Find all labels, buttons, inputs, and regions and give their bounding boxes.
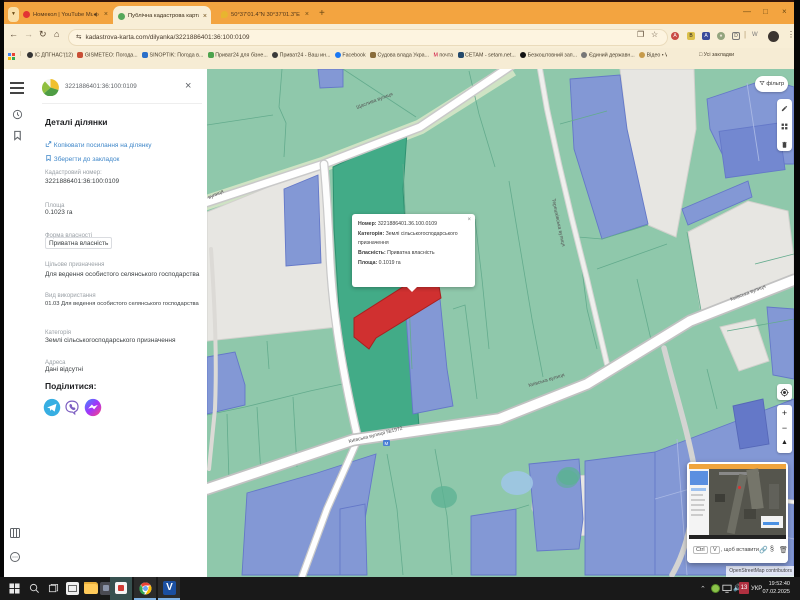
svg-text:M: M	[385, 441, 389, 446]
